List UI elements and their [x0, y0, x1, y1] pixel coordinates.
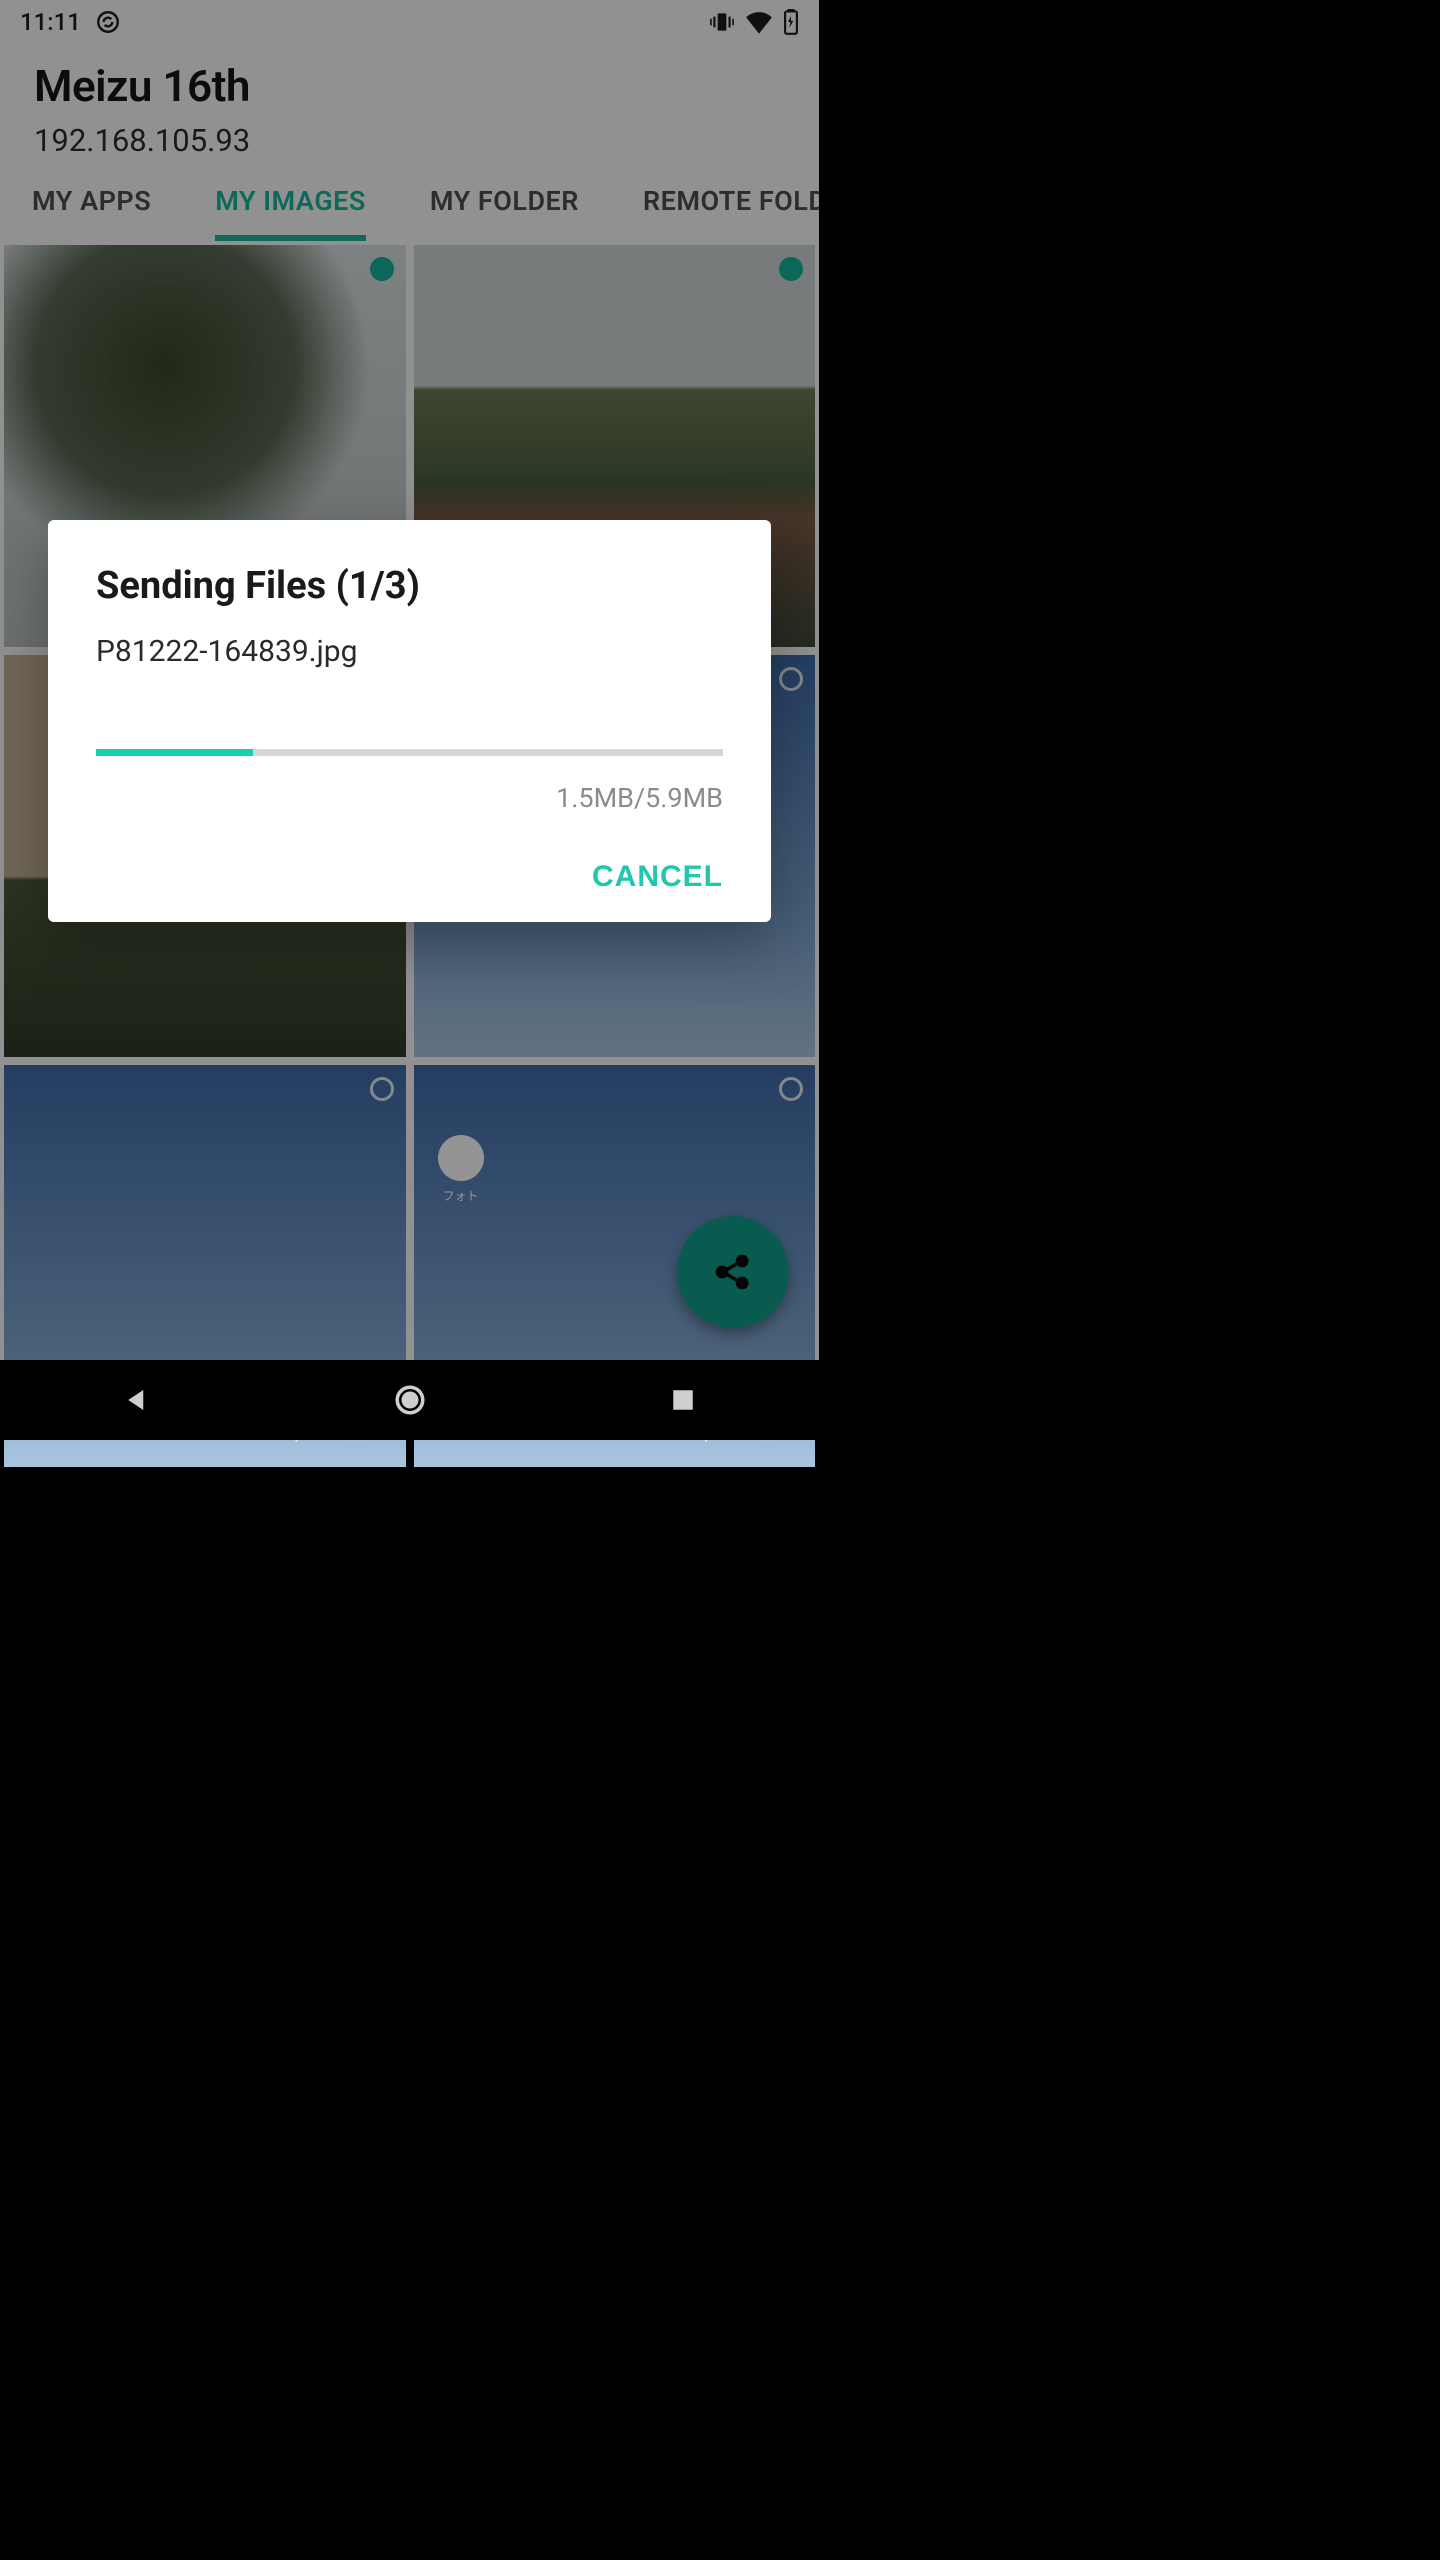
recents-button[interactable] — [663, 1380, 703, 1420]
dialog-title: Sending Files (1/3) — [96, 564, 723, 608]
progress-bar — [96, 749, 723, 756]
dialog-filename: P81222-164839.jpg — [96, 634, 723, 669]
sending-files-dialog: Sending Files (1/3) P81222-164839.jpg 1.… — [48, 520, 771, 922]
android-nav-bar — [0, 1360, 819, 1440]
progress-fill — [96, 749, 253, 756]
cancel-button[interactable]: CANCEL — [592, 860, 723, 894]
home-button[interactable] — [390, 1380, 430, 1420]
back-button[interactable] — [117, 1380, 157, 1420]
dialog-size-text: 1.5MB/5.9MB — [96, 782, 723, 814]
